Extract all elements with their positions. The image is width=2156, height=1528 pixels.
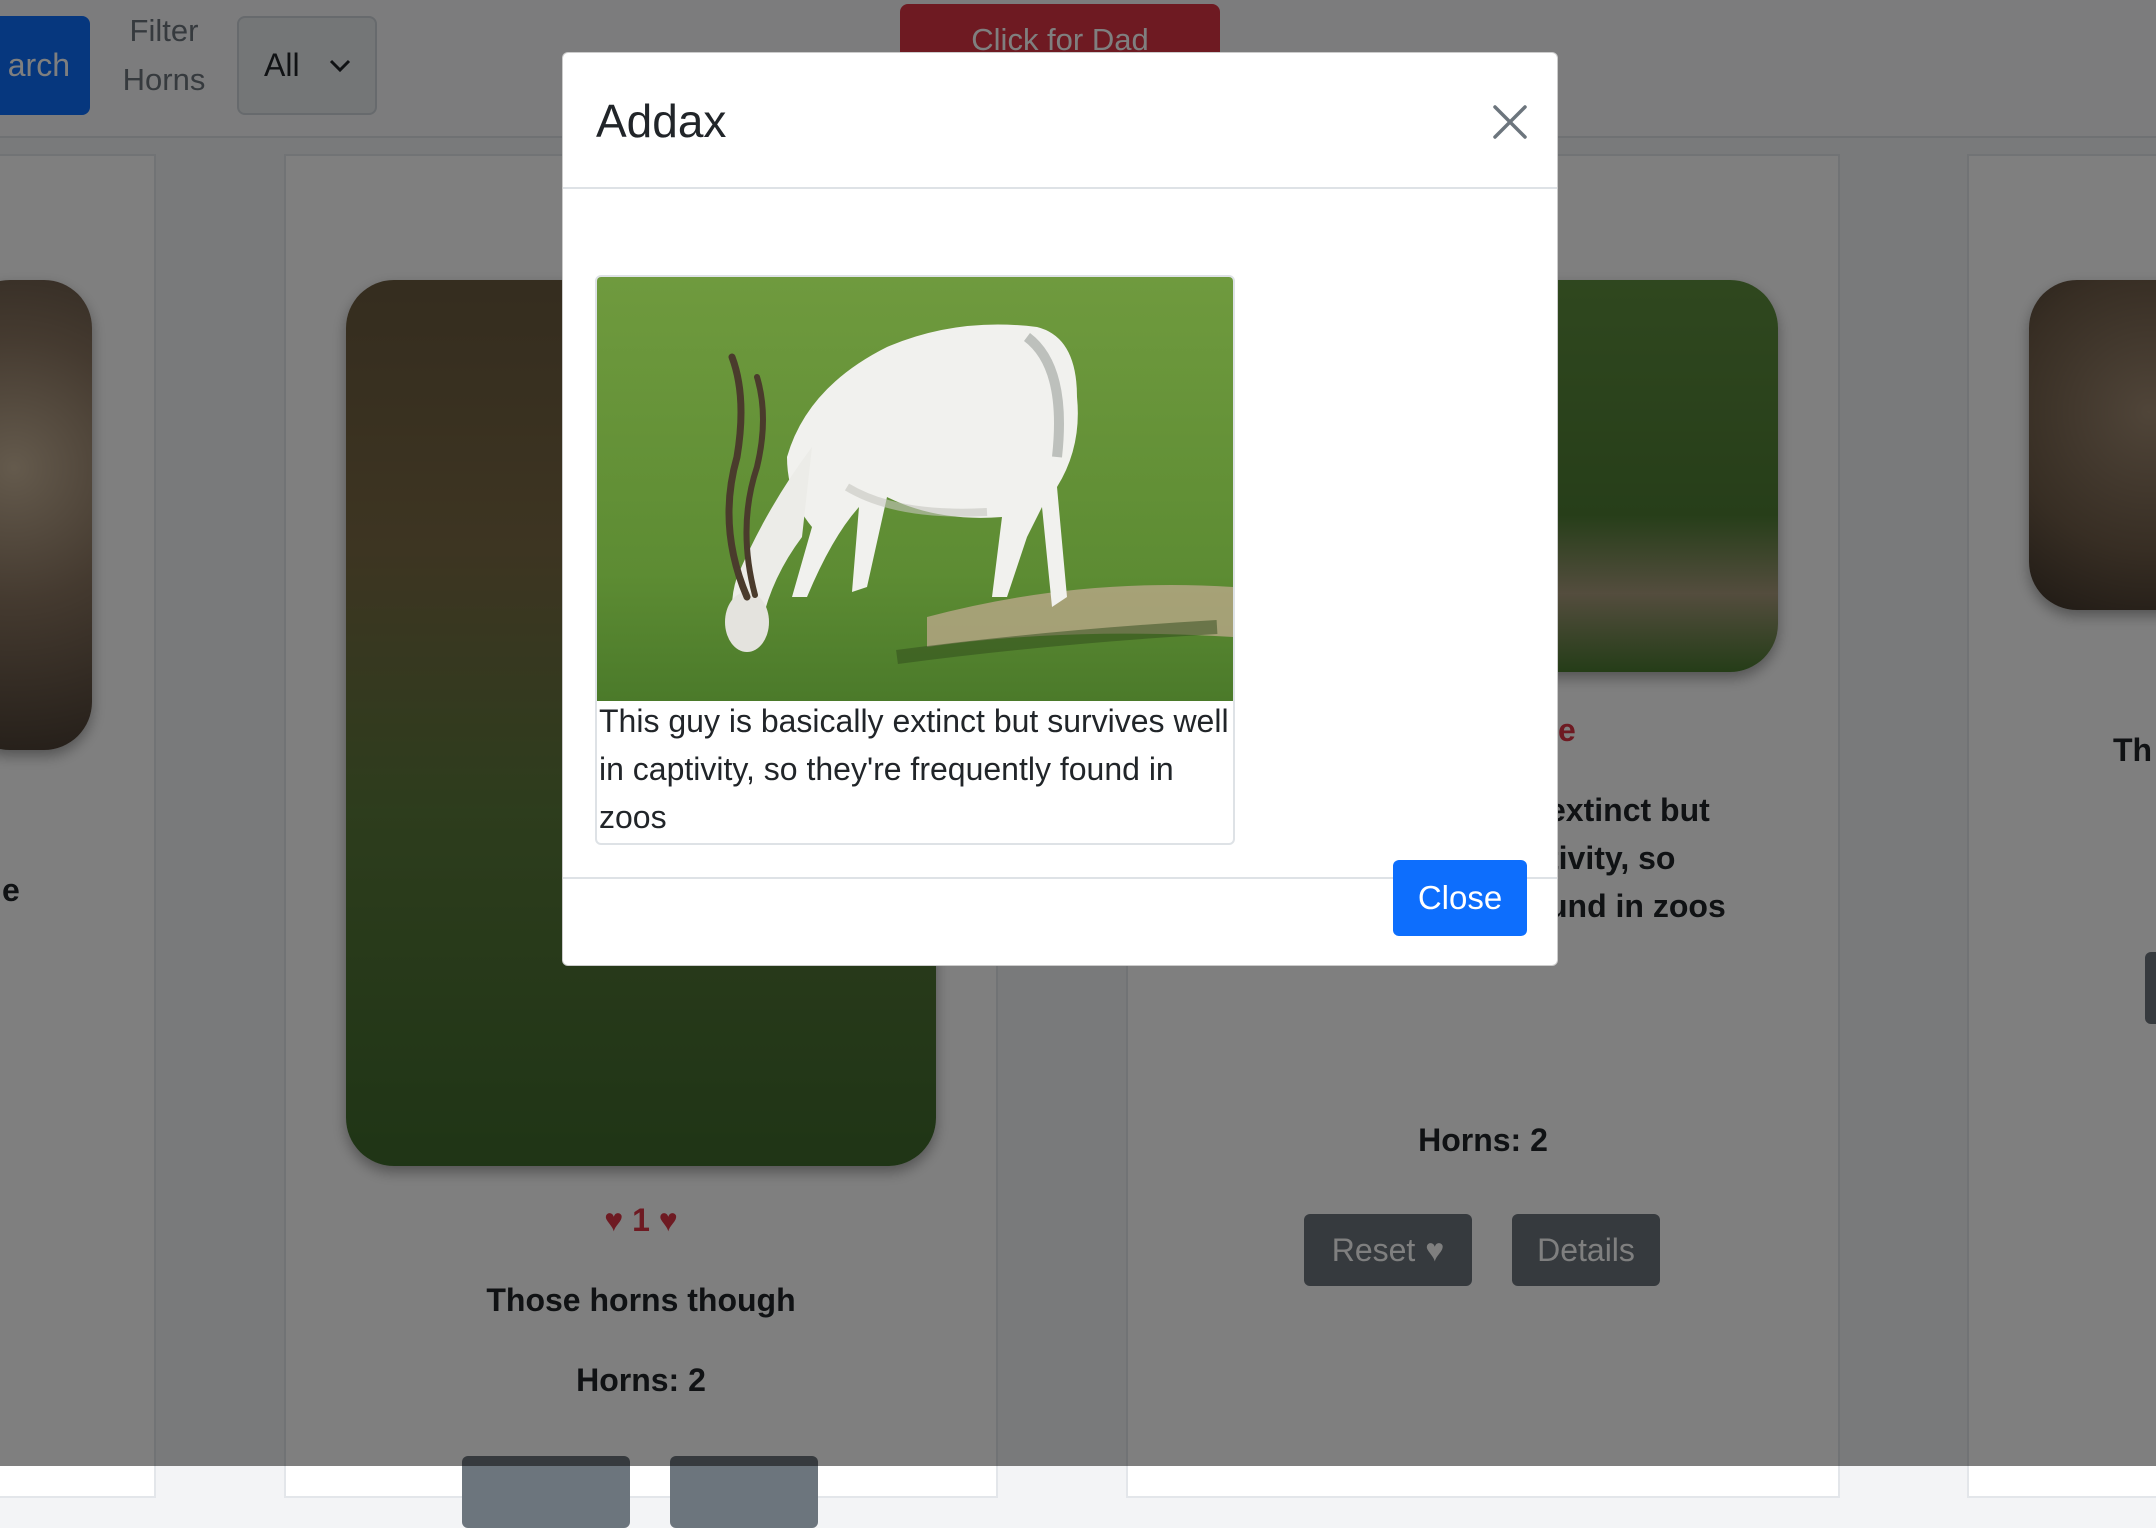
modal-body: This guy is basically extinct but surviv… (563, 189, 1557, 879)
beast-description: This guy is basically extinct but surviv… (599, 703, 1229, 835)
details-modal: Addax This guy is basically extinct but … (562, 52, 1558, 966)
addax-image (597, 277, 1233, 701)
modal-title: Addax (596, 95, 727, 147)
reset-button[interactable] (462, 1456, 630, 1528)
close-icon[interactable] (1485, 97, 1535, 147)
close-button[interactable]: Close (1393, 860, 1527, 936)
beast-figure: This guy is basically extinct but surviv… (595, 275, 1235, 845)
modal-header: Addax (563, 53, 1557, 189)
details-button[interactable] (670, 1456, 818, 1528)
